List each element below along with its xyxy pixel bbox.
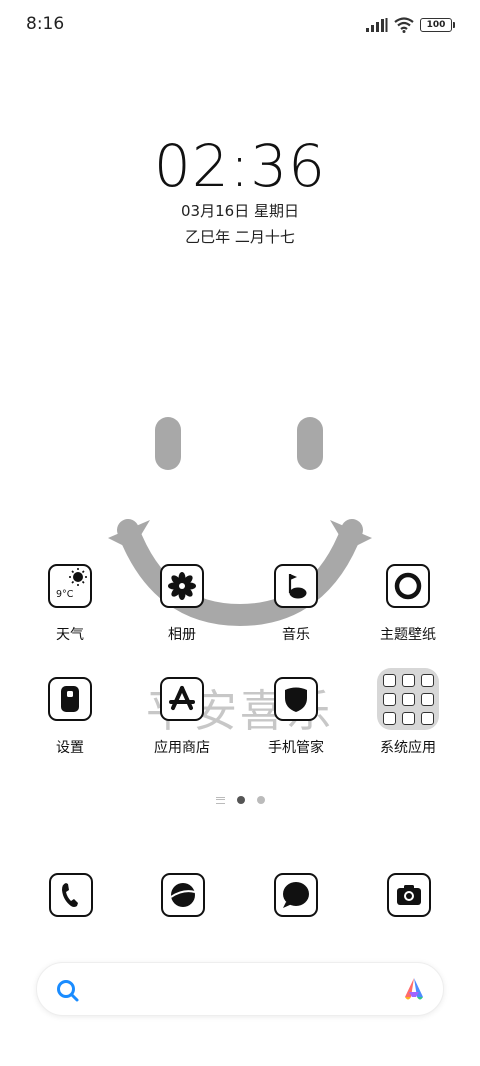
- folder-mini-app: [420, 673, 434, 687]
- camera-icon: [397, 885, 421, 905]
- dock-camera[interactable]: [387, 873, 431, 917]
- browser-icon: [170, 883, 196, 907]
- assistant-icon[interactable]: [399, 975, 429, 1005]
- status-icons: 100: [366, 14, 455, 36]
- dock-phone[interactable]: [49, 873, 93, 917]
- folder-system-apps[interactable]: 系统应用: [352, 668, 464, 757]
- app-store[interactable]: 应用商店: [126, 677, 238, 757]
- settings-icon: [48, 677, 92, 721]
- battery-level: 100: [426, 20, 446, 30]
- app-label-gallery: 相册: [168, 627, 196, 643]
- security-icon: [274, 677, 318, 721]
- folder-mini-app: [420, 711, 434, 725]
- app-label-security: 手机管家: [268, 740, 324, 756]
- app-label-settings: 设置: [56, 740, 84, 756]
- folder-mini-app: [382, 692, 396, 706]
- wifi-icon: [394, 17, 414, 33]
- status-time: 8:16: [26, 14, 65, 34]
- search-icon[interactable]: [55, 978, 81, 1004]
- app-themes[interactable]: 主题壁纸: [352, 564, 464, 644]
- page-indicator[interactable]: [0, 796, 480, 804]
- themes-icon: [386, 564, 430, 608]
- app-label-themes: 主题壁纸: [380, 627, 436, 643]
- folder-mini-app: [382, 673, 396, 687]
- messages-icon: [283, 882, 309, 908]
- page-dot-active[interactable]: [236, 796, 245, 804]
- gallery-icon: [160, 564, 204, 608]
- battery-icon: 100: [420, 18, 455, 32]
- folder-mini-app: [420, 692, 434, 706]
- search-bar[interactable]: [36, 962, 444, 1016]
- clock-date: 03月16日 星期日: [181, 202, 299, 220]
- smiley-right-eye: [297, 417, 323, 470]
- phone-icon: [62, 883, 78, 907]
- app-store-icon: [160, 677, 204, 721]
- music-icon: [274, 564, 318, 608]
- folder-mini-app: [401, 673, 415, 687]
- signal-icon: [366, 18, 388, 32]
- folder-mini-app: [401, 711, 415, 725]
- system-apps-folder-icon: [377, 668, 439, 730]
- app-settings[interactable]: 设置: [14, 677, 126, 757]
- app-label-app-store: 应用商店: [154, 740, 210, 756]
- folder-mini-app: [401, 692, 415, 706]
- smiley-left-eye: [155, 417, 181, 470]
- dock-messages[interactable]: [274, 873, 318, 917]
- page-dot[interactable]: [256, 796, 265, 804]
- app-gallery[interactable]: 相册: [126, 564, 238, 644]
- app-security[interactable]: 手机管家: [240, 677, 352, 757]
- status-bar: 8:16 100: [0, 0, 480, 50]
- app-label-weather: 天气: [56, 627, 84, 643]
- app-label-system-apps: 系统应用: [380, 740, 436, 756]
- clock-lunar-date: 乙巳年 二月十七: [185, 228, 295, 246]
- app-label-music: 音乐: [282, 627, 310, 643]
- dock-browser[interactable]: [161, 873, 205, 917]
- weather-temperature: 9°C: [56, 589, 74, 600]
- folder-mini-app: [382, 711, 396, 725]
- clock-time[interactable]: 02:36: [0, 132, 480, 200]
- weather-icon: 9°C: [48, 564, 92, 608]
- app-drawer-lines-icon[interactable]: [215, 796, 225, 804]
- app-music[interactable]: 音乐: [240, 564, 352, 644]
- app-weather[interactable]: 9°C 天气: [14, 564, 126, 644]
